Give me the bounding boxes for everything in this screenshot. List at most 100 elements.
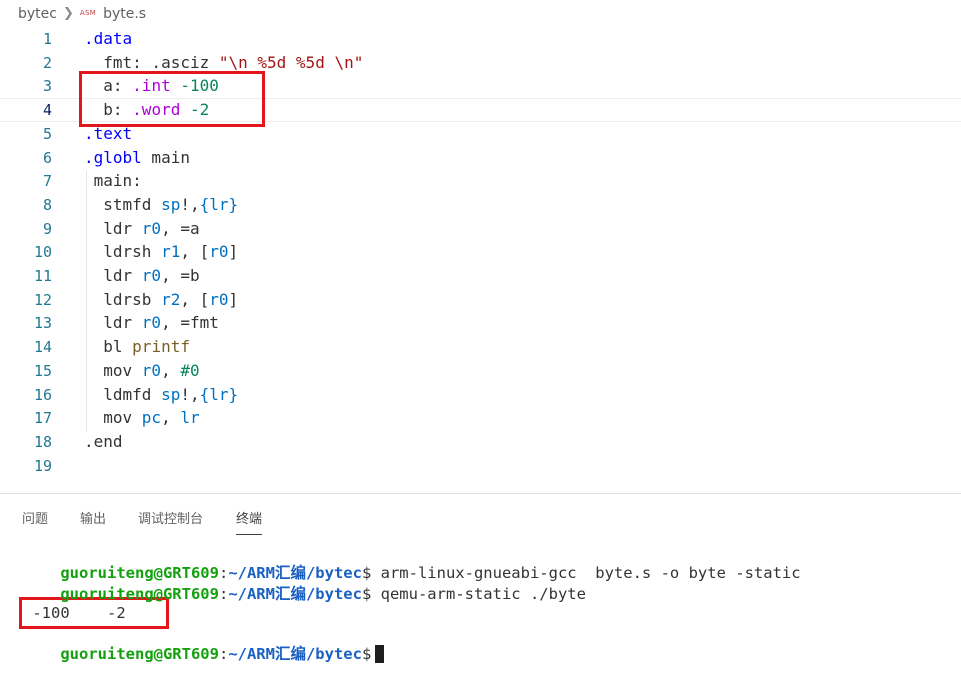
code-line[interactable]: 16 ldmfd sp!,{lr} [0, 383, 961, 407]
code-token: main [141, 147, 190, 167]
code-token: .end [84, 431, 123, 451]
line-number: 5 [42, 124, 52, 143]
code-text: ldrsh r1, [r0] [84, 240, 238, 264]
panel-tabs: 问题 输出 调试控制台 终端 [0, 498, 961, 535]
line-number: 11 [33, 267, 52, 285]
breadcrumb-folder-label: bytec [18, 5, 57, 22]
tab-problems[interactable]: 问题 [22, 508, 48, 527]
line-number: 17 [33, 409, 52, 428]
terminal-line: guoruiteng@GRT609:~/ARM汇编/bytec$ qemu-ar… [60, 585, 586, 603]
code-token: ldmfd [84, 384, 162, 404]
code-text: ldr r0, =b [84, 264, 199, 288]
terminal-output: -100 -2 [23, 604, 126, 622]
code-line[interactable]: 12 ldrsb r2, [r0] [0, 288, 961, 312]
code-token: ldr [84, 218, 142, 238]
code-token: {lr} [199, 194, 239, 214]
asm-file-icon: ASM [79, 8, 97, 17]
code-line[interactable]: 8 stmfd sp!,{lr} [0, 193, 961, 217]
line-number: 15 [33, 361, 52, 380]
prompt-path: ~/ARM汇编/bytec [228, 645, 362, 663]
code-token: r0 [141, 360, 162, 380]
code-token: .data [84, 29, 133, 48]
breadcrumb-file[interactable]: ASM byte.s [80, 6, 146, 22]
code-token: {lr} [199, 384, 239, 404]
code-token: , =a [161, 218, 200, 238]
code-text: ldmfd sp!,{lr} [84, 383, 238, 407]
code-token: fmt: .asciz [84, 52, 219, 72]
panel-divider [0, 493, 961, 494]
code-text: stmfd sp!,{lr} [84, 193, 238, 217]
prompt-user: guoruiteng@GRT609 [60, 585, 219, 603]
code-token: printf [132, 337, 190, 357]
code-line[interactable]: 1 .data [0, 27, 961, 51]
code-token: r0 [141, 313, 162, 333]
line-number: 2 [42, 53, 52, 72]
code-line[interactable]: 7 main: [0, 169, 961, 193]
line-number: 7 [42, 172, 52, 191]
line-number: 13 [33, 314, 52, 333]
tab-output[interactable]: 输出 [80, 508, 106, 527]
code-text: .data [84, 27, 132, 51]
line-number: 9 [42, 219, 52, 238]
code-text: ldr r0, =a [84, 217, 200, 241]
indent-guide [86, 171, 87, 432]
tab-debug-console[interactable]: 调试控制台 [138, 508, 203, 527]
code-token: , [ [180, 242, 210, 262]
terminal-command: qemu-arm-static ./byte [380, 585, 586, 603]
code-token: lr [180, 408, 200, 428]
code-token: mov [84, 408, 142, 428]
line-number: 18 [33, 432, 52, 451]
line-number: 12 [33, 290, 52, 309]
code-line[interactable]: 10 ldrsh r1, [r0] [0, 240, 961, 264]
code-line[interactable]: 6 .globl main [0, 146, 961, 170]
code-line[interactable]: 9 ldr r0, =a [0, 217, 961, 241]
code-line[interactable]: 19 [0, 454, 961, 478]
code-token: !, [180, 194, 200, 214]
code-text: bl printf [84, 335, 190, 359]
code-token: r2 [161, 289, 181, 309]
code-token: , [161, 360, 181, 380]
terminal-cursor [375, 644, 385, 663]
prompt-path: ~/ARM汇编/bytec [228, 585, 362, 603]
code-line[interactable]: 17 mov pc, lr [0, 406, 961, 430]
code-text: mov r0, #0 [84, 359, 199, 383]
code-token: ldr [84, 266, 142, 285]
code-token: r0 [141, 218, 162, 238]
highlight-box-data [79, 71, 265, 127]
code-token: main: [84, 171, 142, 191]
code-token: ldrsb [84, 289, 162, 309]
line-number: 6 [42, 148, 52, 167]
code-text: ldr r0, =fmt [84, 311, 219, 335]
code-token: , =fmt [161, 313, 219, 333]
tab-terminal[interactable]: 终端 [236, 508, 263, 535]
code-token: "\n %5d %5d \n" [218, 52, 364, 72]
code-text: .end [84, 430, 123, 454]
code-line[interactable]: 18 .end [0, 430, 961, 454]
code-token: !, [180, 384, 200, 404]
code-token: r1 [161, 242, 181, 262]
code-token: ldr [84, 313, 142, 333]
breadcrumb-folder[interactable]: bytec [18, 6, 57, 22]
code-token: bl [84, 337, 133, 357]
code-text: mov pc, lr [84, 406, 200, 430]
line-number: 10 [33, 243, 52, 262]
code-line[interactable]: 13 ldr r0, =fmt [0, 311, 961, 335]
code-token: r0 [209, 242, 229, 262]
code-token: ldrsh [84, 242, 162, 262]
breadcrumb-file-label: byte.s [103, 5, 147, 22]
terminal-line: guoruiteng@GRT609:~/ARM汇编/bytec$ [23, 624, 385, 663]
code-text: main: [84, 169, 142, 193]
terminal[interactable]: guoruiteng@GRT609:~/ARM汇编/bytec$ arm-lin… [0, 540, 961, 663]
code-line[interactable]: 14 bl printf [0, 335, 961, 359]
line-number: 14 [33, 338, 52, 357]
code-token: r0 [209, 289, 229, 309]
line-number: 1 [42, 30, 52, 48]
code-line[interactable]: 15 mov r0, #0 [0, 359, 961, 383]
line-number: 16 [33, 385, 52, 404]
code-line[interactable]: 11 ldr r0, =b [0, 264, 961, 288]
terminal-line: guoruiteng@GRT609:~/ARM汇编/bytec$ arm-lin… [60, 564, 801, 582]
code-text: ldrsb r2, [r0] [84, 288, 238, 312]
code-token: pc [141, 408, 162, 428]
chevron-right-icon: ❯ [62, 6, 74, 21]
code-token: , [161, 408, 181, 428]
